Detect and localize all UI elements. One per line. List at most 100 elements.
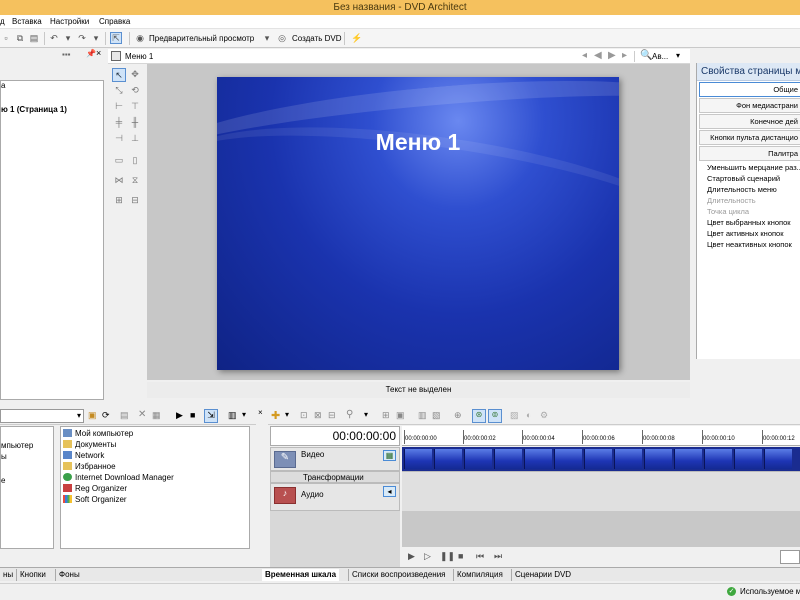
align-right-icon[interactable]: ⊣ (112, 132, 126, 146)
align-left-icon[interactable]: ⊢ (112, 100, 126, 114)
timeline-empty-area[interactable] (402, 511, 800, 547)
burn-dvd-icon[interactable]: ◎ (276, 32, 288, 44)
timeline-zoom-field[interactable] (780, 550, 800, 564)
tree-item-computer[interactable]: мпьютер (1, 440, 33, 451)
play-icon[interactable]: ▷ (424, 551, 431, 562)
tab-remote-buttons[interactable]: Кнопки пульта дистанцио (699, 130, 800, 145)
tab-general[interactable]: Общие (699, 82, 800, 97)
add-media-dropdown-icon[interactable]: ▾ (285, 410, 289, 419)
preview-dropdown-icon[interactable]: ▾ (261, 32, 273, 44)
delete-clip-icon[interactable]: ▣ (396, 410, 405, 421)
tab-end-action[interactable]: Конечное дей (699, 114, 800, 129)
align-middle-icon[interactable]: ╫ (128, 116, 142, 130)
tab-buttons[interactable]: Кнопки (16, 569, 49, 581)
reset-icon[interactable]: ◐ (526, 410, 531, 420)
editor-tab-title[interactable]: Меню 1 (125, 52, 153, 61)
preview-button[interactable]: Предварительный просмотр (149, 33, 254, 44)
cut-icon[interactable]: ⊞ (382, 410, 390, 421)
menu-help[interactable]: Справка (99, 16, 130, 28)
same-width-icon[interactable]: ▭ (112, 154, 126, 168)
paste-icon[interactable]: ▤ (28, 32, 40, 44)
undo-icon[interactable]: ↶ (48, 32, 60, 44)
prop-start-script[interactable]: Стартовый сценарий (707, 173, 800, 184)
audio-lane[interactable] (402, 471, 800, 511)
distribute-horizontal-icon[interactable]: ⋈ (112, 174, 126, 188)
audio-track-header[interactable]: ♪ Аудио ◂ (270, 483, 400, 511)
view-dropdown-icon[interactable]: ▾ (242, 410, 246, 419)
snap-icon[interactable]: ⊕ (454, 410, 462, 421)
subtitle-dropdown-icon[interactable]: ▾ (364, 410, 368, 419)
list-item-idm[interactable]: Internet Download Manager (63, 472, 174, 483)
prop-reduce-flicker[interactable]: Уменьшить мерцание раз... (707, 162, 800, 173)
tab-themes[interactable]: ны (0, 569, 16, 581)
tree-item[interactable]: е (1, 475, 5, 486)
play-icon[interactable]: ▶ (176, 410, 183, 421)
panel-close-icon[interactable]: × (258, 408, 263, 417)
marker-icon[interactable]: ⊠ (314, 410, 322, 421)
menu-settings[interactable]: Настройки (50, 16, 89, 28)
tab-timeline[interactable]: Временная шкала (262, 569, 340, 581)
close-panel-icon[interactable]: × (96, 48, 101, 58)
select-tool-icon[interactable]: ↖ (112, 68, 126, 82)
menu-preview[interactable]: Меню 1 (217, 77, 619, 370)
pause-icon[interactable]: ❚❚ (440, 551, 455, 562)
prop-selected-button-color[interactable]: Цвет выбранных кнопок (707, 217, 800, 228)
zoom-dropdown-icon[interactable]: ▾ (676, 51, 680, 60)
add-media-icon[interactable]: ✚ (271, 409, 280, 422)
list-item-my-computer[interactable]: Мой компьютер (63, 428, 133, 439)
tree-item[interactable]: а (1, 81, 5, 91)
align-bottom-icon[interactable]: ⊥ (128, 132, 142, 146)
pointer-tool-icon[interactable]: ⇱ (110, 32, 122, 44)
resize-tool-icon[interactable]: ⤡ (112, 84, 126, 98)
zoom-dropdown[interactable]: Ав... (652, 52, 668, 61)
chapter-icon[interactable]: ⊟ (328, 410, 336, 421)
list-item-documents[interactable]: Документы (63, 439, 116, 450)
new-icon[interactable]: ▫ (0, 32, 12, 44)
align-center-icon[interactable]: ╪ (112, 116, 126, 130)
transform-row[interactable]: Трансформации (270, 471, 400, 483)
nav-back-icon[interactable]: ◀ (594, 50, 602, 61)
same-height-icon[interactable]: ▯ (128, 154, 142, 168)
play-from-start-icon[interactable]: ▶ (408, 551, 415, 562)
tree-item[interactable]: ы (1, 451, 7, 462)
zoom-icon[interactable]: 🔍 (640, 50, 652, 61)
properties-icon[interactable]: ▦ (152, 410, 161, 421)
go-to-start-icon[interactable]: ⏮ (476, 551, 484, 562)
chevron-down-icon[interactable]: ▾ (77, 411, 81, 420)
tab-backgrounds[interactable]: Фоны (55, 569, 83, 581)
video-track-header[interactable]: ✎ Видео ▦ (270, 447, 400, 471)
explorer-path-combo[interactable]: ▾ (0, 409, 84, 423)
align-top-icon[interactable]: ⊤ (128, 100, 142, 114)
menu-file[interactable]: д (0, 16, 5, 28)
ripple-icon[interactable]: ▧ (432, 410, 441, 421)
delete-icon[interactable]: ✕ (138, 409, 146, 420)
list-item-favorites[interactable]: Избранное (63, 461, 116, 472)
undo-dropdown-icon[interactable]: ▾ (62, 32, 74, 44)
stop-icon[interactable]: ■ (190, 410, 195, 420)
prop-menu-duration[interactable]: Длительность меню (707, 184, 800, 195)
nav-forward-icon[interactable]: ▶ (608, 50, 616, 61)
wand-icon[interactable]: ⚡ (350, 32, 362, 44)
track-icon[interactable]: ⊡ (300, 410, 308, 421)
create-dvd-button[interactable]: Создать DVD (292, 33, 342, 44)
prop-active-button-color[interactable]: Цвет активных кнопок (707, 228, 800, 239)
redo-icon[interactable]: ↷ (76, 32, 88, 44)
tree-item-menu1[interactable]: ю 1 (Страница 1) (1, 105, 67, 115)
prop-inactive-button-color[interactable]: Цвет неактивных кнопок (707, 239, 800, 250)
nav-next-icon[interactable]: ▸ (622, 50, 627, 61)
tab-playlists[interactable]: Списки воспроизведения (348, 569, 449, 581)
list-item-soft-organizer[interactable]: Soft Organizer (63, 494, 127, 505)
go-to-end-icon[interactable]: ⏭ (494, 551, 502, 562)
speaker-icon[interactable]: ◂ (383, 486, 396, 497)
move-tool-icon[interactable]: ✥ (128, 68, 142, 82)
new-folder-icon[interactable]: ▤ (120, 410, 129, 421)
folder-up-icon[interactable]: ▣ (88, 410, 97, 421)
nav-prev-icon[interactable]: ◂ (582, 50, 587, 61)
subtitle-icon[interactable]: ⚲ (346, 409, 353, 420)
refresh-icon[interactable]: ⟳ (102, 410, 110, 421)
center-horizontal-icon[interactable]: ⊞ (112, 194, 126, 208)
tab-palette[interactable]: Палитра (699, 146, 800, 161)
menu-insert[interactable]: Вставка (12, 16, 42, 28)
timeline-ruler[interactable]: 00:00:00:00 00:00:00:02 00:00:00:04 00:0… (402, 426, 800, 446)
copy-icon[interactable]: ⧉ (14, 32, 26, 44)
